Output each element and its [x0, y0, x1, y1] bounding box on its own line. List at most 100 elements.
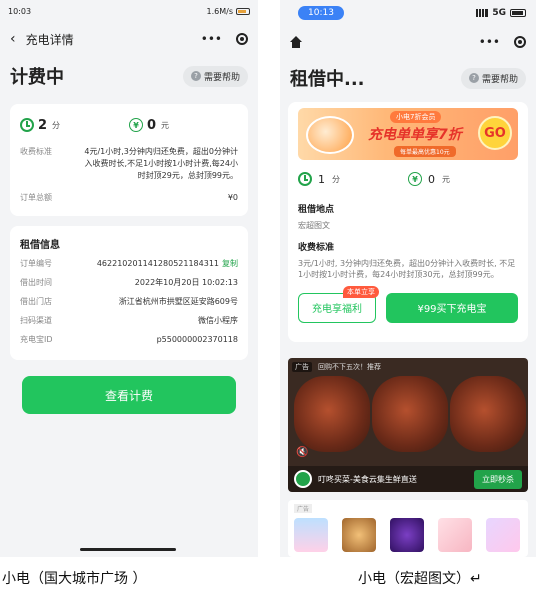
order-number-row: 订单编号 46221020114128052118431​1 复制 — [20, 258, 238, 270]
scan-channel-row: 扫码渠道 微信小程序 — [20, 315, 238, 327]
row-value: 46221020114128052118431​1 复制 — [97, 258, 238, 270]
status-icons: 1.6M/s — [207, 7, 250, 16]
help-button[interactable]: ? 需要帮助 — [182, 65, 248, 87]
copy-link[interactable]: 复制 — [222, 259, 238, 268]
close-target-icon[interactable] — [514, 36, 526, 48]
rental-card: 小电7折会员 充电单单享7折 每单最高优惠10元 GO 1 分 ¥ 0 元 租借… — [288, 102, 528, 342]
duration-unit: 分 — [52, 120, 61, 130]
view-billing-button[interactable]: 查看计费 — [22, 376, 236, 414]
help-label: 需要帮助 — [203, 72, 240, 83]
row-key: 订单总额 — [20, 193, 52, 202]
powerbank-id-row: 充电宝ID p550000002370118 — [20, 334, 238, 346]
product-ad[interactable]: 广告 — [288, 500, 528, 557]
row-key: 借出时间 — [20, 278, 52, 287]
clock-icon — [20, 118, 34, 132]
ad-tag: 广告 — [292, 362, 312, 372]
close-target-icon[interactable] — [236, 33, 248, 45]
page-header: 计费中 ? 需要帮助 — [0, 56, 258, 96]
buy-powerbank-button[interactable]: ¥99买下充电宝 — [386, 292, 518, 323]
video-ad[interactable]: 广告 回购不下五次！推荐 🔇 叮咚买菜-美食云集生鲜直送 立即秒杀 — [288, 358, 528, 492]
duration-value: 2 — [38, 117, 48, 133]
row-value: 4元/1小时,3分钟内归还免费，超出0分钟计入收费时长,不足1小时按1小时计费,… — [84, 147, 238, 180]
billing-card: 2 分 ¥ 0 元 收费标准 4元/1小时,3分钟内归还免费，超出0分钟计入收费… — [10, 104, 248, 216]
page-title: 租借中... — [290, 69, 365, 90]
product-thumbnail[interactable] — [438, 518, 472, 552]
status-icons: 5G — [476, 8, 526, 18]
location-label: 租借地点 — [298, 205, 335, 215]
product-thumbnails — [294, 518, 520, 552]
network-type: 5G — [492, 8, 506, 18]
product-thumbnail[interactable] — [486, 518, 520, 552]
battery-icon — [510, 9, 526, 17]
yen-icon: ¥ — [408, 172, 422, 186]
fee-standard-value: 3元/1小时, 3分钟内归还免费，超出0分钟计入收费时长, 不足1小时按1小时计… — [298, 258, 516, 280]
home-icon[interactable] — [290, 36, 302, 48]
rental-info-card: 租借信息 订单编号 46221020114128052118431​1 复制 借出… — [10, 226, 248, 360]
row-value: p550000002370118 — [156, 335, 238, 344]
row-key: 扫码渠道 — [20, 316, 52, 325]
row-value: 2022年10月20日 10:02:13 — [134, 278, 238, 287]
home-indicator[interactable] — [80, 548, 176, 551]
steak-image — [372, 376, 448, 452]
clock-icon — [298, 172, 312, 186]
status-time: 10:03 — [8, 6, 32, 16]
duration-unit: 分 — [332, 174, 340, 184]
order-total-row: 订单总额 ¥0 — [20, 192, 238, 204]
steak-image — [294, 376, 370, 452]
signal-icon — [476, 9, 489, 17]
go-button[interactable]: GO — [478, 116, 512, 150]
fee-unit: 元 — [442, 174, 450, 184]
product-thumbnail[interactable] — [342, 518, 376, 552]
back-icon[interactable]: ‹ — [10, 31, 16, 47]
ad-top-bar: 广告 回购不下五次！推荐 — [292, 362, 381, 372]
product-thumbnail[interactable] — [390, 518, 424, 552]
nav-title: 充电详情 — [25, 32, 74, 47]
battery-icon — [236, 7, 250, 15]
billing-stats: 2 分 ¥ 0 元 — [20, 114, 238, 136]
fee-stat: ¥ 0 元 — [408, 172, 518, 186]
action-buttons: 本单立享 充电享福利 ¥99买下充电宝 — [298, 285, 518, 323]
more-icon[interactable]: ••• — [201, 32, 222, 46]
nav-bar: ••• — [280, 26, 536, 58]
right-phone-screen: 10:13 5G ••• 租借中... ? 需要帮助 小电7折会员 充电单单享7… — [280, 0, 536, 557]
steak-image — [450, 376, 526, 452]
status-time: 10:13 — [298, 6, 344, 20]
location-value: 宏超图文 — [298, 221, 330, 230]
right-caption: 小电（宏超图文）↵ — [358, 571, 482, 587]
banner-subtext: 每单最高优惠10元 — [394, 146, 456, 157]
row-value: ¥0 — [227, 193, 238, 202]
row-key: 借出门店 — [20, 297, 52, 306]
benefit-button[interactable]: 本单立享 充电享福利 — [298, 285, 379, 323]
store-row: 借出门店 浙江省杭州市拱墅区延安路609号 — [20, 296, 238, 308]
fee-value: 0 — [428, 172, 435, 186]
rental-info-title: 租借信息 — [20, 240, 60, 251]
mini-program-capsule: ••• — [201, 32, 248, 46]
duration-stat: 1 分 — [298, 172, 408, 186]
help-button[interactable]: ? 需要帮助 — [460, 67, 526, 89]
advertiser-logo — [294, 470, 312, 488]
row-key: 订单编号 — [20, 259, 52, 268]
question-icon: ? — [190, 71, 201, 81]
ad-cta-button[interactable]: 立即秒杀 — [474, 469, 522, 489]
mute-icon[interactable]: 🔇 — [296, 447, 308, 458]
membership-banner[interactable]: 小电7折会员 充电单单享7折 每单最高优惠10元 GO — [298, 108, 518, 160]
benefit-label: 充电享福利 — [312, 304, 362, 316]
page-title: 计费中 — [10, 67, 64, 88]
borrow-time-row: 借出时间 2022年10月20日 10:02:13 — [20, 277, 238, 289]
duration-value: 1 — [318, 172, 325, 186]
row-value: 微信小程序 — [198, 316, 238, 325]
left-caption: 小电（国大城市广场 ） — [2, 571, 147, 587]
more-icon[interactable]: ••• — [479, 35, 500, 49]
question-icon: ? — [468, 73, 479, 83]
ad-bottom-bar: 叮咚买菜-美食云集生鲜直送 立即秒杀 — [288, 466, 528, 492]
banner-headline: 充电单单享7折 — [368, 127, 462, 143]
benefit-badge: 本单立享 — [343, 285, 379, 298]
ad-caption: 叮咚买菜-美食云集生鲜直送 — [318, 474, 417, 484]
status-bar: 10:03 1.6M/s — [0, 0, 258, 22]
status-bar: 10:13 5G — [280, 0, 536, 26]
mini-program-capsule: ••• — [479, 35, 526, 49]
ad-tag: 广告 — [294, 504, 313, 513]
rental-stats: 1 分 ¥ 0 元 — [298, 170, 518, 188]
product-thumbnail[interactable] — [294, 518, 328, 552]
row-key: 收费标准 — [20, 147, 52, 156]
